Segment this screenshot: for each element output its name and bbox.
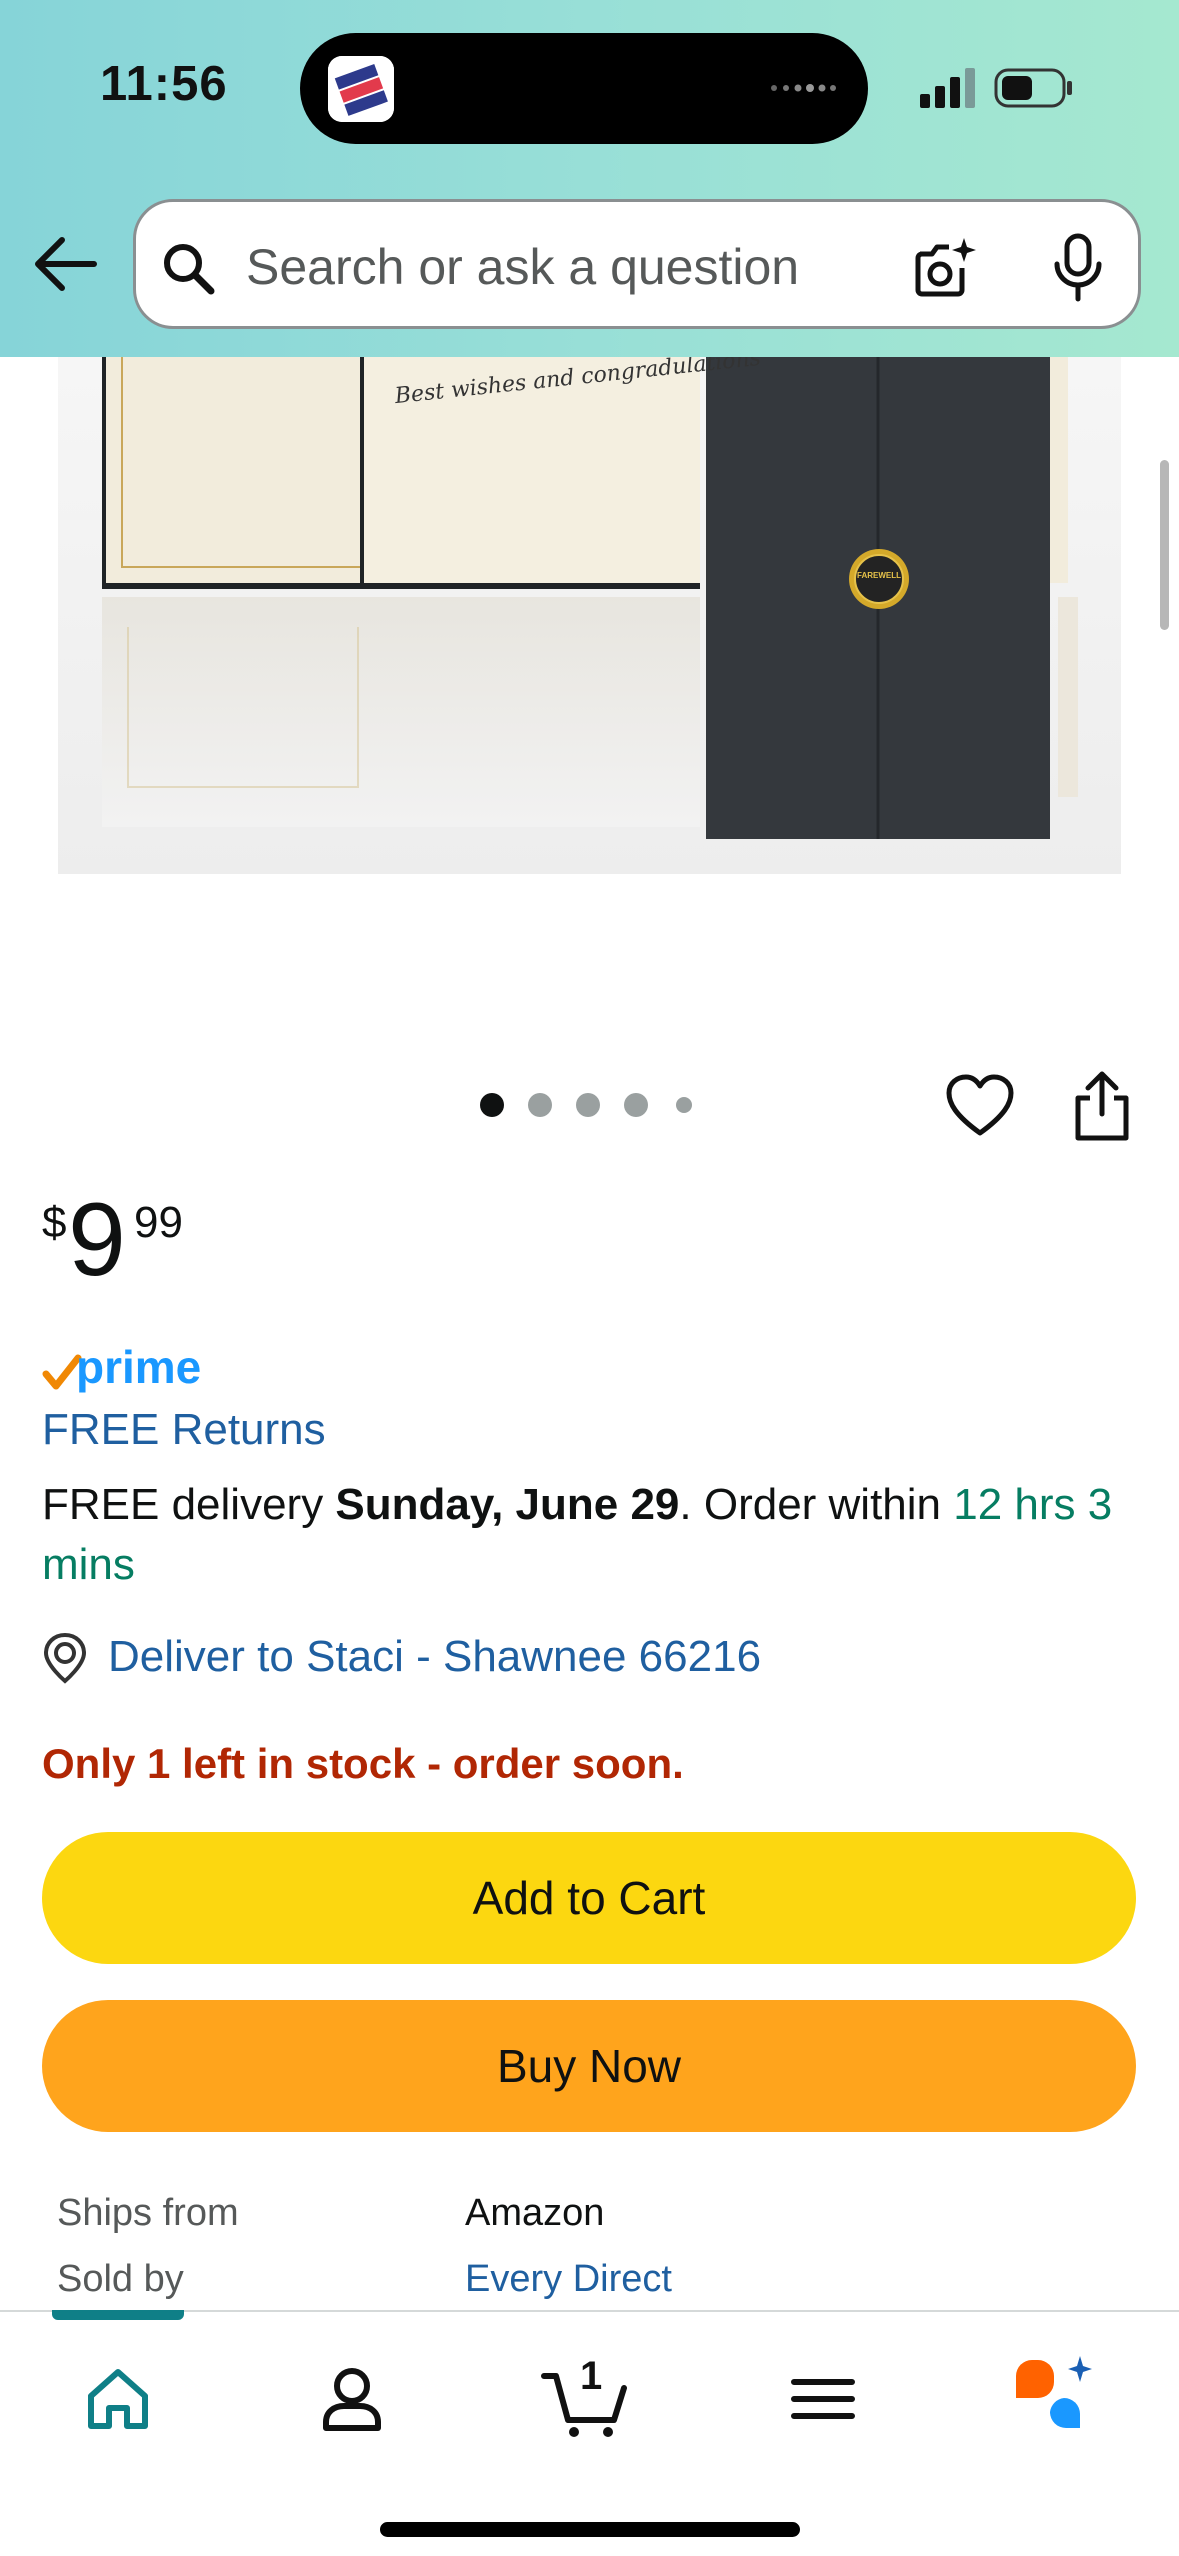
menu-icon[interactable]	[778, 2354, 868, 2444]
ships-from-label: Ships from	[57, 2192, 239, 2234]
rufus-assistant-icon[interactable]	[1010, 2354, 1100, 2444]
product-image[interactable]: Best wishes and congradulations FAREWELL	[58, 357, 1121, 874]
delivery-middle: . Order within	[679, 1480, 954, 1529]
activity-dots-icon	[771, 84, 836, 92]
ships-from-value: Amazon	[465, 2192, 605, 2234]
delivery-date: Sunday, June 29	[335, 1480, 680, 1529]
back-arrow-icon[interactable]	[28, 226, 104, 302]
nav-active-indicator	[52, 2310, 184, 2320]
home-indicator	[380, 2522, 800, 2537]
scroll-indicator	[1160, 460, 1169, 630]
search-input[interactable]	[246, 232, 886, 302]
sold-by-label: Sold by	[57, 2258, 184, 2300]
price-fraction: 99	[134, 1198, 183, 1247]
home-icon[interactable]	[73, 2354, 163, 2444]
cellular-signal-icon	[920, 68, 975, 108]
sold-by-value[interactable]: Every Direct	[465, 2258, 672, 2301]
search-icon	[164, 244, 215, 295]
seal-text: FAREWELL	[857, 571, 901, 580]
buy-now-button[interactable]: Buy Now	[42, 2000, 1136, 2132]
carousel-dot[interactable]	[676, 1097, 692, 1113]
app-header: 11:56	[0, 0, 1179, 357]
bottom-navigation: 1	[0, 2310, 1179, 2556]
free-returns-link[interactable]: FREE Returns	[42, 1405, 326, 1455]
dynamic-island	[300, 33, 868, 144]
carousel-dot[interactable]	[624, 1093, 648, 1117]
delivery-info: FREE delivery Sunday, June 29. Order wit…	[42, 1475, 1152, 1595]
deliver-to-text[interactable]: Deliver to Staci - Shawnee 66216	[108, 1632, 761, 1682]
heart-outline-icon[interactable]	[945, 1073, 1015, 1139]
battery-icon	[994, 68, 1072, 108]
cart-count-badge: 1	[580, 2354, 603, 2398]
carousel-dot[interactable]	[528, 1093, 552, 1117]
search-bar[interactable]	[133, 199, 1141, 329]
prime-text: prime	[76, 1341, 202, 1393]
stock-status: Only 1 left in stock - order soon.	[42, 1740, 684, 1787]
location-pin-icon	[43, 1632, 87, 1684]
the-base-yard-app-icon	[328, 56, 394, 122]
share-icon[interactable]	[1072, 1070, 1132, 1142]
camera-sparkle-icon[interactable]	[912, 234, 978, 300]
cart-nav[interactable]: 1	[540, 2354, 630, 2444]
carousel-dot[interactable]	[576, 1093, 600, 1117]
price-whole: 9	[68, 1182, 126, 1298]
status-time: 11:56	[100, 57, 228, 111]
add-to-cart-button[interactable]: Add to Cart	[42, 1832, 1136, 1964]
prime-logo: prime	[42, 1340, 212, 1396]
microphone-icon[interactable]	[1048, 232, 1108, 302]
delivery-prefix: FREE delivery	[42, 1480, 336, 1529]
account-icon[interactable]	[307, 2354, 397, 2444]
price-symbol: $	[42, 1198, 67, 1247]
carousel-dot[interactable]	[480, 1093, 504, 1117]
